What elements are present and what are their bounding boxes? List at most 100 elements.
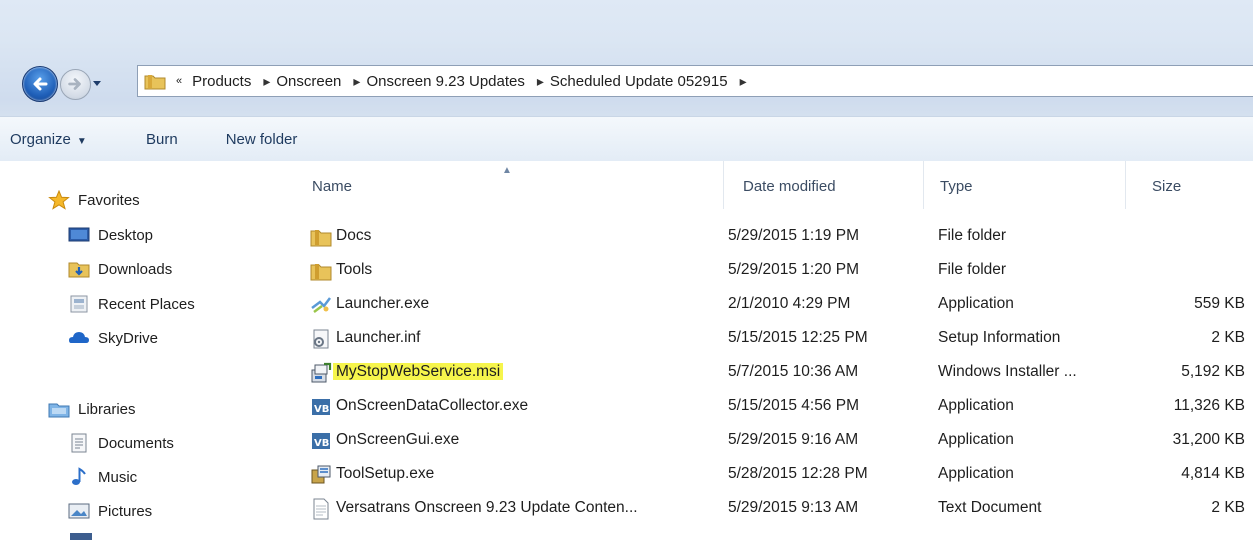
file-name: OnScreenDataCollector.exe [336, 397, 529, 414]
file-date: 5/29/2015 9:13 AM [728, 499, 859, 516]
overflow-chevron[interactable]: « [176, 75, 182, 87]
breadcrumb-onscreen-updates[interactable]: Onscreen 9.23 Updates [366, 73, 524, 90]
file-date: 5/29/2015 1:20 PM [728, 261, 859, 278]
breadcrumb-separator-icon[interactable]: ▸ [263, 73, 270, 90]
file-row[interactable]: VB OnScreenGui.exe 5/29/2015 9:16 AM App… [290, 424, 1253, 458]
breadcrumb-onscreen[interactable]: Onscreen [276, 73, 341, 90]
file-type: Windows Installer ... [938, 363, 1077, 380]
file-size: 5,192 KB [1181, 363, 1245, 380]
column-header-name[interactable]: Name [312, 178, 352, 195]
svg-text:VB: VB [314, 438, 329, 449]
file-name: Tools [336, 261, 373, 278]
nav-item-pictures[interactable]: Pictures [68, 498, 152, 524]
file-date: 5/15/2015 12:25 PM [728, 329, 868, 346]
file-name: Versatrans Onscreen 9.23 Update Conten..… [336, 499, 638, 516]
text-document-icon [313, 498, 329, 520]
column-divider[interactable] [1125, 161, 1126, 209]
column-header-type[interactable]: Type [940, 178, 973, 195]
back-button[interactable] [22, 66, 58, 102]
nav-label: Favorites [78, 191, 140, 209]
setup-exe-icon [311, 465, 331, 484]
file-date: 5/29/2015 1:19 PM [728, 227, 859, 244]
file-name: Launcher.exe [336, 295, 430, 312]
file-row[interactable]: MyStopWebService.msi 5/7/2015 10:36 AM W… [290, 356, 1253, 390]
breadcrumb-products[interactable]: Products [192, 73, 251, 90]
nav-label: Libraries [78, 400, 136, 418]
file-row[interactable]: Launcher.inf 5/15/2015 12:25 PM Setup In… [290, 322, 1253, 356]
vb-app-icon: VB [312, 433, 330, 449]
nav-libraries[interactable]: Libraries [48, 396, 136, 422]
nav-label: SkyDrive [98, 329, 159, 347]
nav-item-music[interactable]: Music [68, 464, 137, 490]
command-bar: Organize ▼ Burn New folder [0, 116, 1253, 162]
downloads-folder-icon [68, 262, 90, 278]
nav-item-documents[interactable]: Documents [68, 430, 174, 456]
nav-label: Recent Places [98, 295, 195, 313]
msi-installer-icon [311, 362, 332, 383]
column-header-size[interactable]: Size [1152, 178, 1181, 195]
nav-label: Documents [98, 434, 174, 452]
file-type: Setup Information [938, 329, 1061, 346]
file-date: 2/1/2010 4:29 PM [728, 295, 851, 312]
breadcrumb-separator-icon[interactable]: ▸ [353, 73, 360, 90]
file-date: 5/7/2015 10:36 AM [728, 363, 859, 380]
file-type: File folder [938, 227, 1007, 244]
nav-label: Downloads [98, 260, 173, 278]
nav-item-desktop[interactable]: Desktop [68, 222, 153, 248]
desktop-icon [68, 227, 90, 242]
nav-label: Pictures [98, 502, 153, 520]
nav-label: Music [98, 468, 138, 486]
folder-icon [310, 230, 332, 247]
file-row[interactable]: Tools 5/29/2015 1:20 PM File folder [290, 254, 1253, 288]
setup-info-icon [313, 329, 329, 349]
breadcrumb-scheduled-update[interactable]: Scheduled Update 052915 [550, 73, 728, 90]
file-row[interactable]: ToolSetup.exe 5/28/2015 12:28 PM Applica… [290, 458, 1253, 492]
address-bar[interactable]: « Products ▸ Onscreen ▸ Onscreen 9.23 Up… [137, 65, 1253, 97]
nav-item-downloads[interactable]: Downloads [68, 256, 172, 282]
file-type: Application [938, 295, 1014, 312]
window-frame: « Products ▸ Onscreen ▸ Onscreen 9.23 Up… [0, 0, 1253, 116]
highlight-marker: MyStopWebService.msi [333, 363, 504, 380]
pictures-icon [68, 503, 90, 519]
file-name: Launcher.inf [336, 329, 421, 346]
forward-arrow-icon [68, 78, 81, 90]
organize-label: Organize [10, 130, 71, 148]
file-size: 2 KB [1211, 499, 1245, 516]
organize-button[interactable]: Organize ▼ [10, 131, 114, 148]
file-type: Application [938, 431, 1014, 448]
dropdown-caret-icon: ▼ [76, 135, 87, 147]
breadcrumb-separator-icon[interactable]: ▸ [537, 73, 544, 90]
file-type: Text Document [938, 499, 1042, 516]
file-name: MyStopWebService.msi [333, 363, 504, 381]
documents-icon [71, 433, 87, 453]
file-date: 5/15/2015 4:56 PM [728, 397, 859, 414]
new-folder-button[interactable]: New folder [216, 131, 308, 148]
file-size: 31,200 KB [1172, 431, 1245, 448]
column-divider[interactable] [923, 161, 924, 209]
nav-favorites[interactable]: Favorites [48, 187, 140, 213]
nav-label: Desktop [98, 226, 154, 244]
file-size: 2 KB [1211, 329, 1245, 346]
file-size: 559 KB [1194, 295, 1245, 312]
file-row[interactable]: VB OnScreenDataCollector.exe 5/15/2015 4… [290, 390, 1253, 424]
file-size: 4,814 KB [1181, 465, 1245, 482]
breadcrumb-separator-icon[interactable]: ▸ [740, 73, 747, 90]
skydrive-cloud-icon [69, 332, 89, 343]
forward-button[interactable] [60, 69, 91, 100]
column-divider[interactable] [723, 161, 724, 209]
file-type: Application [938, 397, 1014, 414]
vb-app-icon: VB [312, 399, 330, 415]
file-row[interactable]: Docs 5/29/2015 1:19 PM File folder [290, 220, 1253, 254]
file-row[interactable]: Launcher.exe 2/1/2010 4:29 PM Applicatio… [290, 288, 1253, 322]
file-size: 11,326 KB [1173, 397, 1245, 414]
svg-text:VB: VB [314, 404, 329, 415]
burn-button[interactable]: Burn [136, 131, 188, 148]
videos-icon-partial [70, 533, 92, 540]
nav-item-skydrive[interactable]: SkyDrive [68, 325, 158, 351]
column-header-date[interactable]: Date modified [743, 178, 836, 195]
recent-pages-dropdown-icon[interactable] [92, 78, 102, 88]
back-arrow-icon [33, 77, 48, 91]
file-row[interactable]: Versatrans Onscreen 9.23 Update Conten..… [290, 492, 1253, 526]
folder-icon [310, 264, 332, 281]
nav-item-recent-places[interactable]: Recent Places [68, 291, 195, 317]
